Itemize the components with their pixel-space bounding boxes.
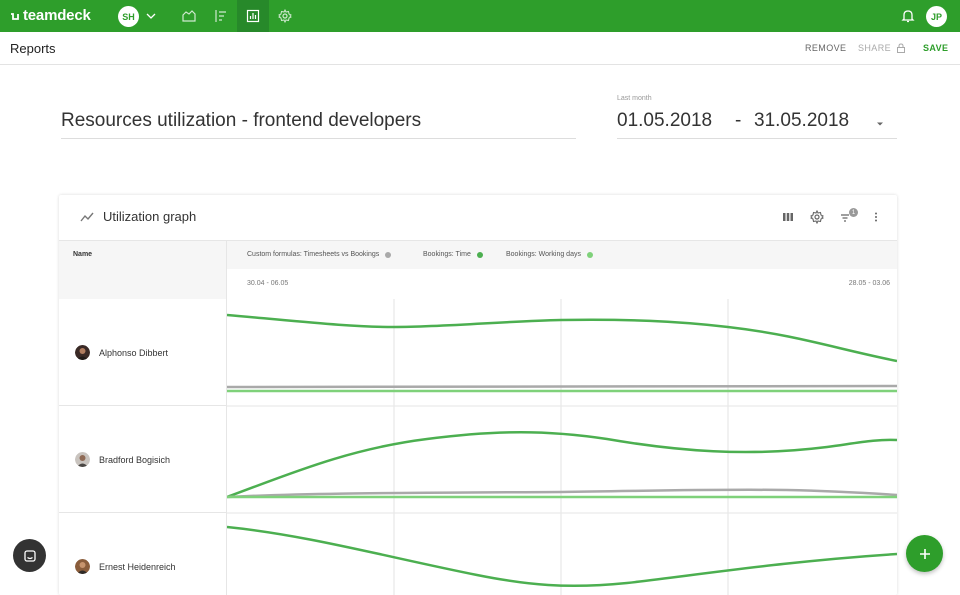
add-button[interactable] [906,535,943,572]
user-avatar[interactable]: JP [926,6,947,27]
filter-count-badge: 1 [849,208,858,217]
teamdeck-logo[interactable]: teamdeck [10,7,91,24]
workspace-avatar[interactable]: SH [118,6,139,27]
share-label: SHARE [858,43,892,53]
timeline-icon [215,10,226,22]
legend-item[interactable]: Bookings: Working days [506,251,593,258]
date-separator: - [735,110,742,131]
person-name: Ernest Heidenreich [99,562,176,572]
caret-down-icon[interactable] [876,120,884,128]
lock-icon [897,43,906,53]
legend-label: Bookings: Time [423,251,471,258]
person-row: Bradford Bogisich [59,406,227,513]
chat-icon [23,549,36,562]
nav-reports[interactable] [237,0,269,32]
chevron-down-icon[interactable] [145,10,157,22]
share-button[interactable]: SHARE [858,43,906,53]
avatar [75,345,90,360]
date-range-picker[interactable]: 01.05.2018 - 31.05.2018 [617,110,897,139]
logo-icon [11,12,19,20]
nav-settings[interactable] [269,0,301,32]
series-line-bookings-time [227,431,897,499]
support-chat-button[interactable] [13,539,46,572]
legend-label: Custom formulas: Timesheets vs Bookings [247,251,380,258]
legend-dot [385,251,392,258]
utilization-graph-card: Utilization graph 1 Name Alphonso Dibber… [59,195,897,595]
avatar [75,452,90,467]
series-line-custom-formula [227,384,897,389]
trend-line-icon [80,212,94,222]
nav-projects[interactable] [173,0,205,32]
legend-dot [586,251,593,258]
columns-icon[interactable] [781,210,795,224]
series-line-bookings-time [227,525,897,588]
top-navigation-bar: teamdeck SH JP [0,0,960,32]
plus-icon [919,548,930,559]
utilization-plot [227,299,897,595]
name-column-header: Name [59,241,227,299]
card-title: Utilization graph [103,209,197,224]
gear-icon[interactable] [810,210,824,224]
reports-icon [246,9,260,23]
graph-time-axis: 30.04 - 06.05 28.05 - 03.06 [227,269,897,299]
axis-end-label: 28.05 - 03.06 [848,280,890,287]
notifications-bell-icon[interactable] [900,8,916,24]
axis-start-label: 30.04 - 06.05 [247,280,289,287]
card-header: Utilization graph 1 [59,195,897,241]
legend-label: Bookings: Working days [506,251,581,258]
save-button[interactable]: SAVE [923,43,948,53]
name-column: Name Alphonso Dibbert Bradford Bogisich … [59,241,227,595]
page-title: Reports [10,41,56,56]
person-row: Alphonso Dibbert [59,299,227,406]
projects-icon [182,10,196,22]
person-name: Alphonso Dibbert [99,348,169,358]
remove-button[interactable]: REMOVE [805,43,846,53]
name-header-label: Name [73,251,93,258]
date-start[interactable]: 01.05.2018 [617,110,712,132]
legend-item[interactable]: Custom formulas: Timesheets vs Bookings [247,251,392,258]
series-line-bookings-time [227,313,897,363]
logo-text: teamdeck [23,7,91,24]
person-row: Ernest Heidenreich [59,513,227,595]
date-range-label: Last month [617,95,652,102]
avatar [75,559,90,574]
more-vertical-icon[interactable] [869,210,883,224]
date-end[interactable]: 31.05.2018 [754,110,849,132]
report-title-input[interactable]: Resources utilization - frontend develop… [61,110,576,139]
person-name: Bradford Bogisich [99,455,171,465]
page-header: Reports REMOVE SHARE SAVE [0,32,960,65]
graph-legend: Custom formulas: Timesheets vs Bookings … [227,241,897,269]
nav-timeline[interactable] [205,0,237,32]
legend-dot [476,251,483,258]
settings-icon [278,9,292,23]
legend-item[interactable]: Bookings: Time [423,251,483,258]
